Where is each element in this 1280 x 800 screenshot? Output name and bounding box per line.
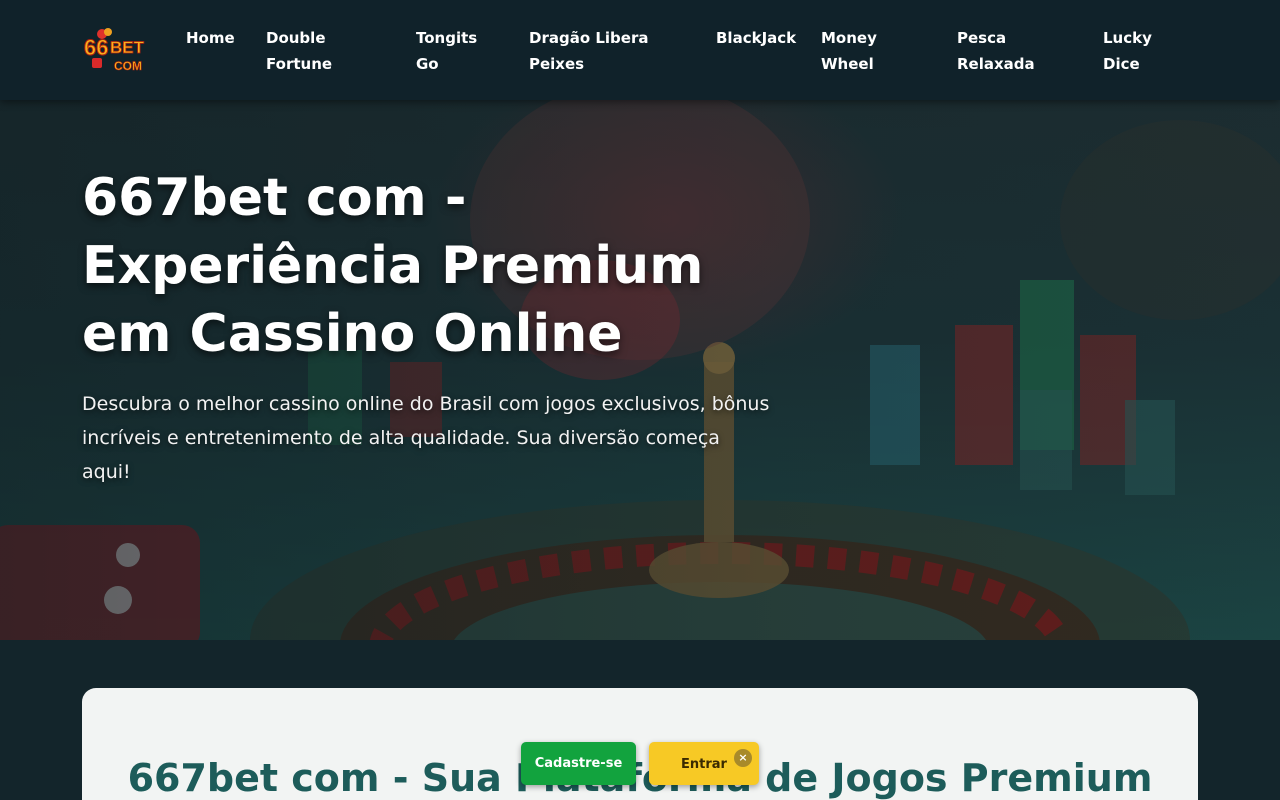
close-floating-buttons-icon[interactable]: × <box>734 749 752 767</box>
nav-pesca-relaxada[interactable]: Pesca Relaxada <box>957 25 1037 77</box>
section-title: 667bet com - Sua Plataforma de Jogos Pre… <box>127 756 1153 800</box>
svg-text:66: 66 <box>84 35 108 60</box>
nav-tongits-go[interactable]: Tongits Go <box>416 25 486 77</box>
hero-banner: 667bet com - Experiência Premium em Cass… <box>0 100 1280 640</box>
signup-button[interactable]: Cadastre-se <box>521 742 636 785</box>
site-logo[interactable]: 66 BET COM <box>82 26 152 74</box>
hero-description: Descubra o melhor cassino online do Bras… <box>82 393 770 483</box>
svg-text:BET: BET <box>110 38 145 57</box>
logo-66bet-icon: 66 BET COM <box>84 28 145 73</box>
svg-text:COM: COM <box>114 59 142 73</box>
nav-double-fortune[interactable]: Double Fortune <box>266 25 346 77</box>
top-navigation-bar: 66 BET COM Home Double Fortune Tongits G… <box>0 0 1280 100</box>
nav-home[interactable]: Home <box>186 25 246 51</box>
nav-dragao-libera-peixes[interactable]: Dragão Libera Peixes <box>529 25 649 77</box>
nav-money-wheel[interactable]: Money Wheel <box>821 25 886 77</box>
nav-blackjack[interactable]: BlackJack <box>716 25 806 51</box>
intro-card: 667bet com - Sua Plataforma de Jogos Pre… <box>82 688 1198 800</box>
hero-title: 667bet com - Experiência Premium em Cass… <box>82 168 704 364</box>
nav-lucky-dice[interactable]: Lucky Dice <box>1103 25 1163 77</box>
